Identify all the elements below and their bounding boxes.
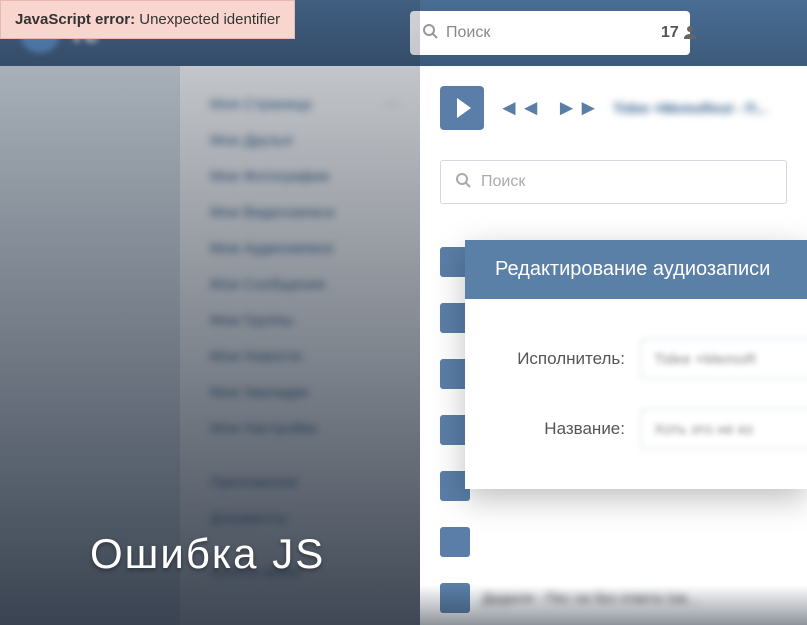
edit-audio-modal: Редактирование аудиозаписи Исполнитель: …	[465, 240, 807, 489]
prev-button[interactable]: ◄◄	[498, 95, 542, 121]
sidebar-item[interactable]: Мои Аудиозаписи	[210, 230, 420, 266]
title-row: Название:	[495, 409, 777, 449]
sidebar-item[interactable]: Приложения	[210, 464, 420, 500]
overlay-caption: Ошибка JS	[90, 530, 325, 578]
header-search[interactable]: 17	[410, 11, 690, 55]
error-message: Unexpected identifier	[139, 11, 280, 28]
people-icon	[683, 25, 697, 42]
mini-play-icon[interactable]	[440, 583, 470, 613]
modal-body: Исполнитель: Название:	[465, 299, 807, 489]
play-button[interactable]	[440, 86, 484, 130]
audio-player: ◄◄ ►► Tidee ×MemoReut - П...	[440, 86, 787, 130]
search-icon	[422, 23, 438, 44]
sidebar-item[interactable]: Мои Закладки	[210, 374, 420, 410]
artist-row: Исполнитель:	[495, 339, 777, 379]
audio-search[interactable]	[440, 160, 787, 204]
mini-play-icon[interactable]	[440, 527, 470, 557]
sidebar-item[interactable]: Мои Фотографии	[210, 158, 420, 194]
title-input[interactable]	[641, 409, 807, 449]
sidebar-item[interactable]: Мои Видеозаписи	[210, 194, 420, 230]
search-count: 17	[661, 24, 697, 42]
audio-search-input[interactable]	[481, 173, 772, 191]
modal-title: Редактирование аудиозаписи	[465, 240, 807, 299]
sidebar-item[interactable]: Мои Группы	[210, 302, 420, 338]
next-button[interactable]: ►►	[556, 95, 600, 121]
title-label: Название:	[495, 419, 625, 439]
artist-input[interactable]	[641, 339, 807, 379]
error-label: JavaScript error:	[15, 11, 135, 28]
audio-row[interactable]: Дидюля - Пес на без ответа /ож...	[440, 580, 787, 616]
play-icon	[457, 98, 471, 118]
sidebar-item[interactable]: Мои Сообщения	[210, 266, 420, 302]
artist-label: Исполнитель:	[495, 349, 625, 369]
js-error-banner: JavaScript error: Unexpected identifier	[0, 0, 295, 39]
sidebar-item[interactable]: Мои Настройки	[210, 410, 420, 446]
search-input[interactable]	[446, 24, 653, 42]
sidebar-item[interactable]: Моя Страница	[210, 86, 420, 122]
audio-row[interactable]	[440, 524, 787, 560]
search-icon	[455, 172, 471, 193]
track-title: Tidee ×MemoReut - П...	[613, 100, 787, 116]
sidebar-item[interactable]: Мои Друзья	[210, 122, 420, 158]
sidebar-item[interactable]: Мои Новости	[210, 338, 420, 374]
